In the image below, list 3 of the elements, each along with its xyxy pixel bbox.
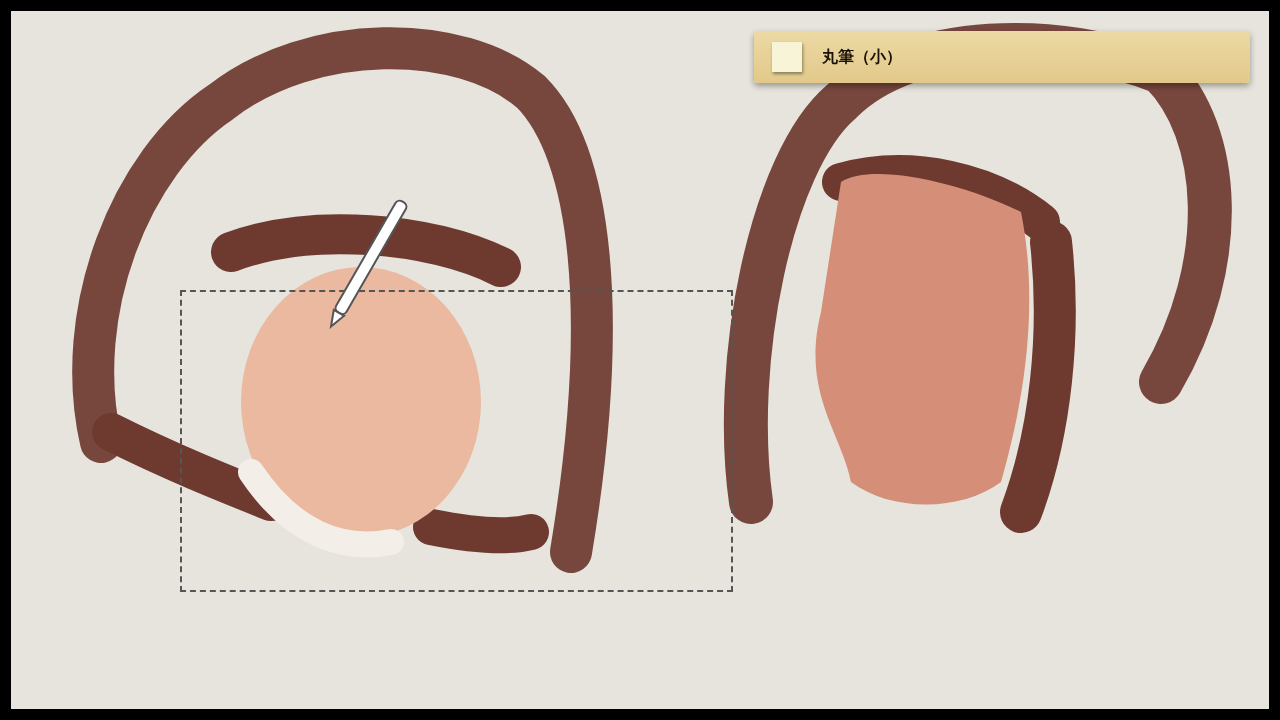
brush-name: 丸筆（小） <box>822 46 902 68</box>
paint-canvas[interactable]: 丸筆（小） <box>11 11 1269 709</box>
color-swatch[interactable] <box>772 42 802 72</box>
